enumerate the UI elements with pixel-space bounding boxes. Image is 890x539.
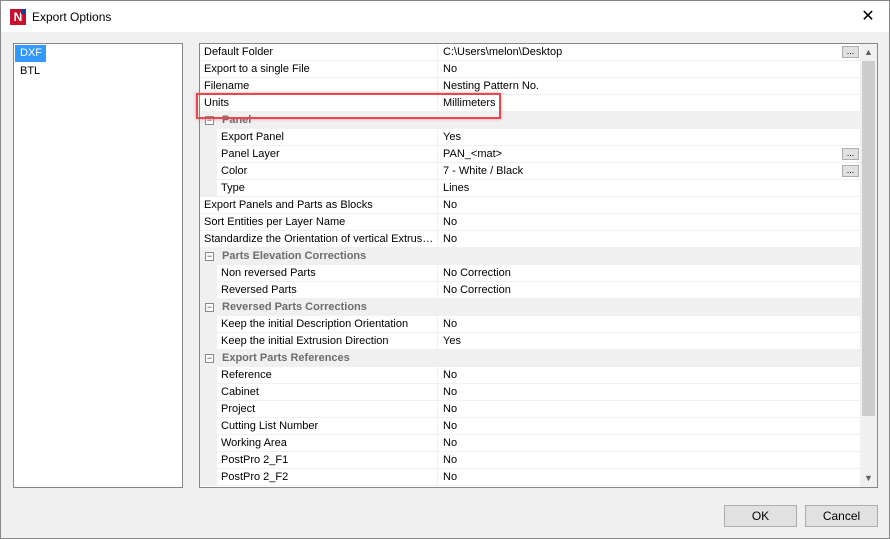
property-value[interactable]: No xyxy=(439,197,861,214)
property-name: Default Folder xyxy=(200,44,438,61)
property-name: Export Panels and Parts as Blocks xyxy=(200,197,438,214)
collapse-icon[interactable]: − xyxy=(205,116,214,125)
collapse-icon[interactable]: − xyxy=(205,354,214,363)
category-row[interactable]: − Parts Elevation Corrections xyxy=(200,248,861,265)
property-value[interactable]: No xyxy=(439,316,861,333)
property-row[interactable]: Color 7 - White / Black... xyxy=(200,163,861,180)
property-name: Keep the initial Extrusion Direction xyxy=(200,333,438,350)
property-value[interactable]: Yes xyxy=(439,129,861,146)
property-value[interactable]: No xyxy=(439,469,861,486)
property-value[interactable]: No xyxy=(439,401,861,418)
property-value[interactable]: No xyxy=(439,231,861,248)
property-row[interactable]: Keep the initial Extrusion Direction Yes xyxy=(200,333,861,350)
collapse-icon[interactable]: − xyxy=(205,252,214,261)
property-name: Non reversed Parts xyxy=(200,265,438,282)
property-name: Standardize the Orientation of vertical … xyxy=(200,231,438,248)
property-row[interactable]: Keep the initial Description Orientation… xyxy=(200,316,861,333)
property-row[interactable]: Reference No xyxy=(200,367,861,384)
property-row[interactable]: Default Folder C:\Users\melon\Desktop... xyxy=(200,44,861,61)
property-name: Export to a single File xyxy=(200,61,438,78)
property-value[interactable]: No Correction xyxy=(439,282,861,299)
window-title: Export Options xyxy=(32,10,112,24)
property-value[interactable]: No xyxy=(439,214,861,231)
property-name: Color xyxy=(200,163,438,180)
category-label: Export Parts References xyxy=(222,352,350,364)
browse-ellipsis-button[interactable]: ... xyxy=(842,165,859,177)
browse-ellipsis-button[interactable]: ... xyxy=(842,46,859,58)
property-name: Filename xyxy=(200,78,438,95)
category-row[interactable]: − Export Parts References xyxy=(200,350,861,367)
property-row[interactable]: Cutting List Number No xyxy=(200,418,861,435)
property-row[interactable]: Working Area No xyxy=(200,435,861,452)
property-value[interactable]: PAN_<mat> xyxy=(439,146,861,163)
property-grid-rows: Default Folder C:\Users\melon\Desktop... E… xyxy=(200,44,861,486)
category-row[interactable]: − Panel xyxy=(200,112,861,129)
property-value[interactable]: 7 - White / Black xyxy=(439,163,861,180)
ok-button[interactable]: OK xyxy=(724,505,797,527)
category-label: Parts Elevation Corrections xyxy=(222,250,367,262)
scroll-thumb[interactable] xyxy=(862,61,875,416)
property-value[interactable]: Lines xyxy=(439,180,861,197)
property-name: Cabinet xyxy=(200,384,438,401)
property-name: Keep the initial Description Orientation xyxy=(200,316,438,333)
property-name: Reference xyxy=(200,367,438,384)
property-row[interactable]: Reversed Parts No Correction xyxy=(200,282,861,299)
property-value[interactable]: No xyxy=(439,384,861,401)
property-row[interactable]: Sort Entities per Layer Name No xyxy=(200,214,861,231)
property-value[interactable]: No xyxy=(439,452,861,469)
vertical-scrollbar[interactable]: ▲ ▼ xyxy=(860,44,877,487)
property-value[interactable]: Yes xyxy=(439,333,861,350)
property-name: Working Area xyxy=(200,435,438,452)
app-logo-icon: N xyxy=(10,9,26,25)
property-value[interactable]: Nesting Pattern No. xyxy=(439,78,861,95)
property-row[interactable]: Export Panels and Parts as Blocks No xyxy=(200,197,861,214)
property-grid: Default Folder C:\Users\melon\Desktop... E… xyxy=(199,43,878,488)
browse-ellipsis-button[interactable]: ... xyxy=(842,148,859,160)
property-row[interactable]: Units Millimeters xyxy=(200,95,861,112)
format-list: DXF BTL xyxy=(13,43,183,488)
scroll-down-arrow-icon[interactable]: ▼ xyxy=(860,470,877,487)
category-label: Panel xyxy=(222,114,252,126)
property-value[interactable]: No xyxy=(439,435,861,452)
category-label: Reversed Parts Corrections xyxy=(222,301,367,313)
property-row[interactable]: Project No xyxy=(200,401,861,418)
property-row[interactable]: Cabinet No xyxy=(200,384,861,401)
scroll-up-arrow-icon[interactable]: ▲ xyxy=(860,44,877,61)
property-row[interactable]: Export Panel Yes xyxy=(200,129,861,146)
property-row[interactable]: Type Lines xyxy=(200,180,861,197)
property-row[interactable]: Export to a single File No xyxy=(200,61,861,78)
export-options-dialog: N Export Options ✕ DXF BTL Default Folder… xyxy=(0,0,890,539)
cancel-button[interactable]: Cancel xyxy=(805,505,878,527)
property-value[interactable]: No xyxy=(439,418,861,435)
property-row[interactable]: Non reversed Parts No Correction xyxy=(200,265,861,282)
property-row[interactable]: Standardize the Orientation of vertical … xyxy=(200,231,861,248)
property-row[interactable]: Panel Layer PAN_<mat>... xyxy=(200,146,861,163)
property-name: Units xyxy=(200,95,438,112)
property-value[interactable]: C:\Users\melon\Desktop xyxy=(439,44,861,61)
format-item-btl[interactable]: BTL xyxy=(15,63,181,80)
property-name: Cutting List Number xyxy=(200,418,438,435)
property-name: Export Panel xyxy=(200,129,438,146)
property-name: Project xyxy=(200,401,438,418)
property-value[interactable]: No xyxy=(439,61,861,78)
category-row[interactable]: − Reversed Parts Corrections xyxy=(200,299,861,316)
title-bar: N Export Options ✕ xyxy=(1,1,889,32)
property-value[interactable]: Millimeters xyxy=(439,95,861,112)
close-icon[interactable]: ✕ xyxy=(857,6,879,28)
collapse-icon[interactable]: − xyxy=(205,303,214,312)
property-value[interactable]: No xyxy=(439,367,861,384)
property-name: Type xyxy=(200,180,438,197)
property-name: Panel Layer xyxy=(200,146,438,163)
property-row[interactable]: PostPro 2_F2 No xyxy=(200,469,861,486)
property-name: PostPro 2_F1 xyxy=(200,452,438,469)
property-row[interactable]: PostPro 2_F1 No xyxy=(200,452,861,469)
property-name: Reversed Parts xyxy=(200,282,438,299)
property-name: Sort Entities per Layer Name xyxy=(200,214,438,231)
property-row[interactable]: Filename Nesting Pattern No. xyxy=(200,78,861,95)
property-name: PostPro 2_F2 xyxy=(200,469,438,486)
format-item-dxf[interactable]: DXF xyxy=(15,45,46,62)
property-value[interactable]: No Correction xyxy=(439,265,861,282)
